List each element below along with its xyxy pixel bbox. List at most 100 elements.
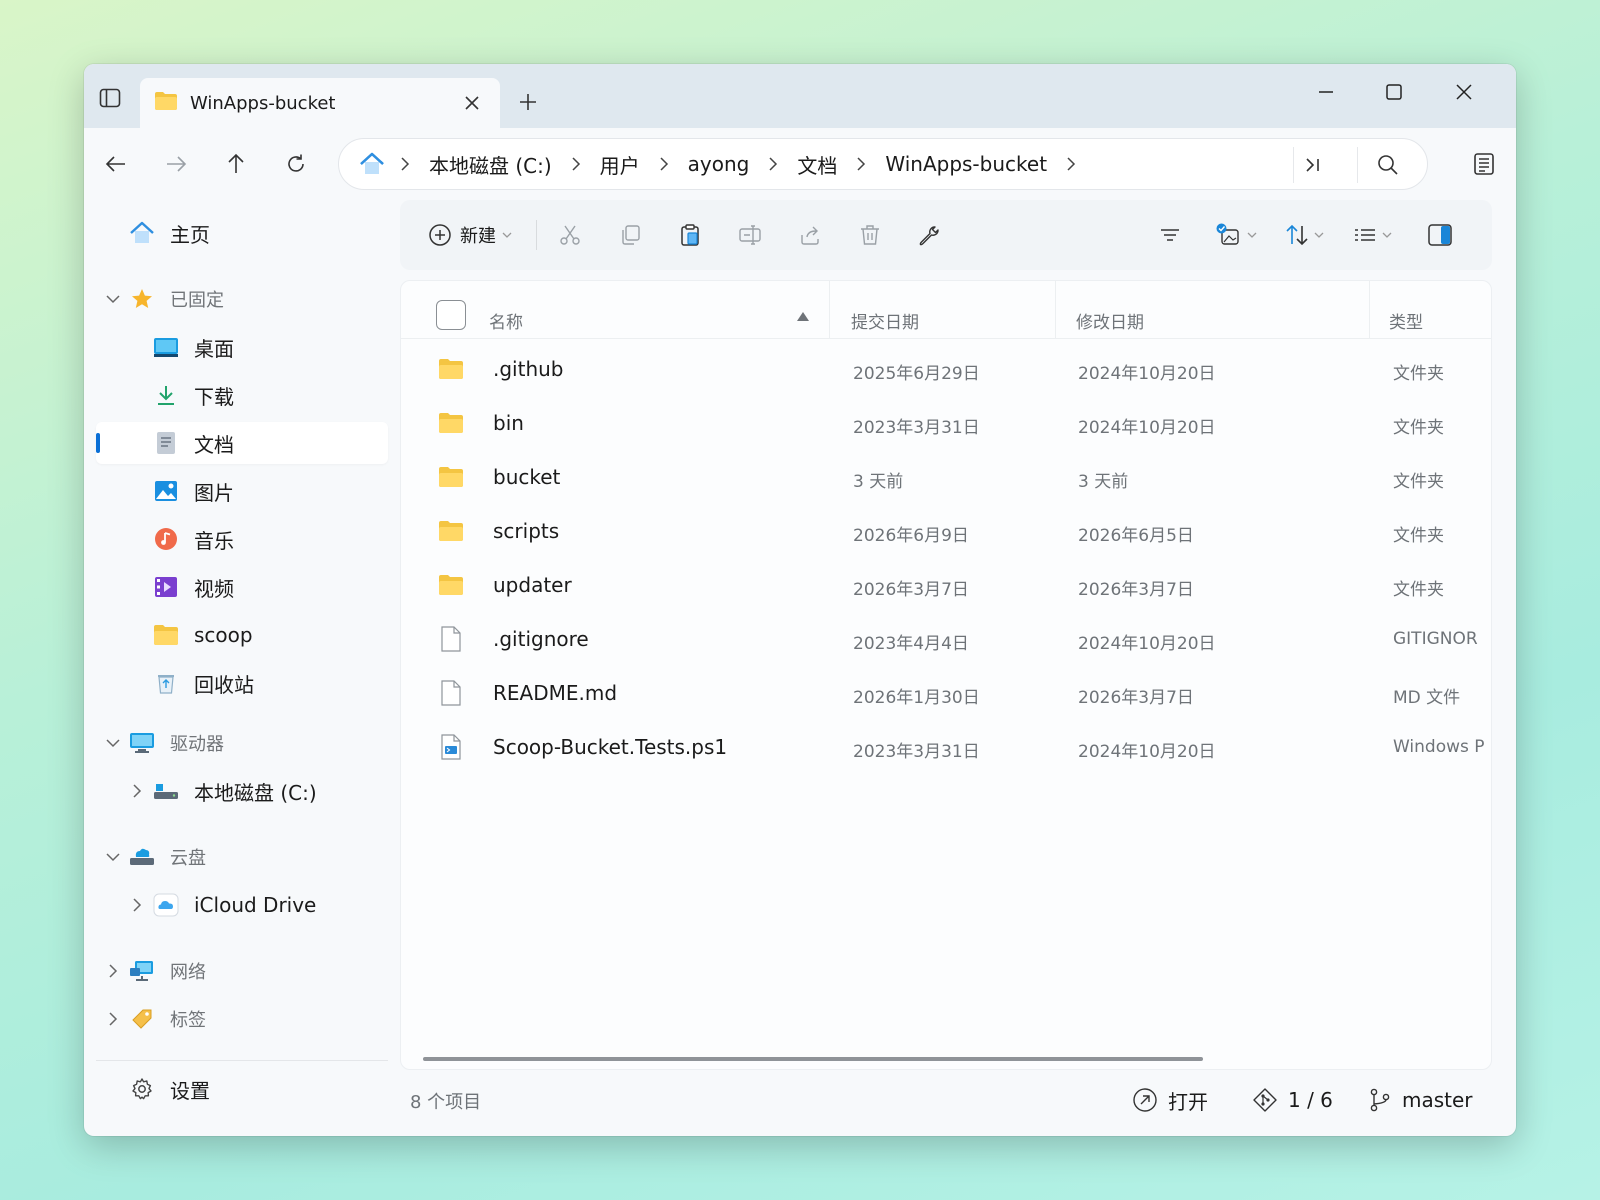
sidebar-item-network[interactable]: 网络 [96,950,388,992]
chevron-down-icon[interactable] [104,848,122,866]
file-name[interactable]: .gitignore [493,627,589,651]
sidebar-item-local-disk-c[interactable]: 本地磁盘 (C:) [96,770,388,812]
file-name[interactable]: README.md [493,681,617,705]
chevron-right-icon[interactable] [755,157,791,171]
share-button[interactable] [792,217,828,253]
sidebar-item-documents[interactable]: 文档 [96,422,388,464]
tab-winapps-bucket[interactable]: WinApps-bucket [140,78,500,128]
view-layout-button[interactable] [1344,217,1400,253]
chevron-down-icon[interactable] [104,734,122,752]
file-row[interactable]: .gitignore 2023年4月4日 2024年10月20日 GITIGNOR [401,613,1491,667]
search-button[interactable] [1357,147,1417,183]
column-header-commit-date[interactable]: 提交日期 [851,308,919,333]
computer-icon [128,729,156,757]
sidebar-item-downloads[interactable]: 下载 [96,374,388,416]
new-tab-button[interactable] [512,86,544,118]
file-row[interactable]: updater 2026年3月7日 2026年3月7日 文件夹 [401,559,1491,613]
horizontal-scrollbar[interactable] [423,1057,1203,1061]
file-type: 文件夹 [1393,472,1444,492]
refresh-button[interactable] [278,146,314,182]
chevron-right-icon[interactable] [104,962,122,980]
file-name[interactable]: .github [493,357,564,381]
forward-button[interactable] [158,146,194,182]
sidebar-item-tags[interactable]: 标签 [96,998,388,1040]
filter-button[interactable] [1152,217,1188,253]
chevron-right-icon[interactable] [843,157,879,171]
main-pane: 新建 名称 提交日期 修改日期 类型 .github 2025年6月29日 20… [400,200,1506,1136]
settings-button[interactable]: 设置 [96,1068,388,1110]
file-name[interactable]: bin [493,411,524,435]
skip-to-end-button[interactable] [1293,147,1331,183]
home-icon[interactable] [357,149,387,179]
sort-button[interactable] [1276,217,1332,253]
sidebar-item-music[interactable]: 音乐 [96,518,388,560]
sidebar-toggle-button[interactable] [96,84,124,112]
column-divider[interactable] [829,281,830,339]
chevron-down-icon[interactable] [104,290,122,308]
sidebar-group-pinned[interactable]: 已固定 [96,278,388,320]
file-name[interactable]: updater [493,573,572,597]
properties-button[interactable] [912,217,948,253]
file-row[interactable]: .github 2025年6月29日 2024年10月20日 文件夹 [401,343,1491,397]
sidebar-item-desktop[interactable]: 桌面 [96,326,388,368]
chevron-right-icon[interactable] [128,896,146,914]
file-row[interactable]: scripts 2026年6月9日 2026年6月5日 文件夹 [401,505,1491,559]
column-divider[interactable] [1369,281,1370,339]
select-all-checkbox[interactable] [436,300,466,330]
details-pane-button[interactable] [1466,146,1502,182]
breadcrumb-item[interactable]: ayong [682,152,756,176]
paste-button[interactable] [672,217,708,253]
file-name[interactable]: bucket [493,465,560,489]
open-button[interactable]: 打开 [1132,1084,1208,1116]
git-commits-indicator[interactable]: 1 / 6 [1252,1084,1333,1116]
file-row[interactable]: bucket 3 天前 3 天前 文件夹 [401,451,1491,505]
close-window-button[interactable] [1434,72,1494,112]
file-row[interactable]: README.md 2026年1月30日 2026年3月7日 MD 文件 [401,667,1491,721]
file-name[interactable]: Scoop-Bucket.Tests.ps1 [493,735,727,759]
chevron-right-icon[interactable] [558,157,594,171]
sidebar-item-videos[interactable]: 视频 [96,566,388,608]
rename-button[interactable] [732,217,768,253]
column-divider[interactable] [1055,281,1056,339]
chevron-right-icon[interactable] [1053,157,1089,171]
breadcrumb-item[interactable]: WinApps-bucket [879,152,1053,176]
address-bar[interactable]: 本地磁盘 (C:) 用户 ayong 文档 WinApps-bucket [338,138,1428,190]
chevron-right-icon[interactable] [128,782,146,800]
column-header-type[interactable]: 类型 [1389,308,1423,333]
chevron-right-icon[interactable] [387,157,423,171]
folder-icon [438,356,464,382]
maximize-button[interactable] [1364,72,1424,112]
sidebar-group-cloud[interactable]: 云盘 [96,836,388,878]
column-header-name[interactable]: 名称 [489,308,523,333]
chevron-right-icon[interactable] [646,157,682,171]
branch-selector[interactable]: master [1368,1084,1473,1116]
close-tab-button[interactable] [458,89,486,117]
select-media-button[interactable] [1208,217,1264,253]
up-button[interactable] [218,146,254,182]
folder-icon [438,572,464,598]
file-list: 名称 提交日期 修改日期 类型 .github 2025年6月29日 2024年10… [400,280,1492,1070]
breadcrumb-item[interactable]: 本地磁盘 (C:) [423,150,558,179]
sidebar-item-home[interactable]: 主页 [96,212,388,254]
new-button[interactable]: 新建 [422,217,518,253]
copy-button[interactable] [612,217,648,253]
sidebar-item-icloud-drive[interactable]: iCloud Drive [96,884,388,926]
cut-button[interactable] [552,217,588,253]
sidebar-item-recycle-bin[interactable]: 回收站 [96,662,388,704]
sidebar-item-scoop[interactable]: scoop [96,614,388,656]
chevron-right-icon[interactable] [104,1010,122,1028]
file-explorer-window: WinApps-bucket 本地磁盘 (C:) 用户 ayong 文档 Win… [84,64,1516,1136]
column-header-modified-date[interactable]: 修改日期 [1076,308,1144,333]
file-row[interactable]: Scoop-Bucket.Tests.ps1 2023年3月31日 2024年10月… [401,721,1491,775]
breadcrumb-item[interactable]: 文档 [791,150,843,179]
preview-pane-button[interactable] [1420,217,1460,253]
sidebar-group-drives[interactable]: 驱动器 [96,722,388,764]
minimize-button[interactable] [1296,72,1356,112]
file-name[interactable]: scripts [493,519,559,543]
sidebar-item-pictures[interactable]: 图片 [96,470,388,512]
chevron-down-icon [502,232,512,238]
back-button[interactable] [98,146,134,182]
file-row[interactable]: bin 2023年3月31日 2024年10月20日 文件夹 [401,397,1491,451]
delete-button[interactable] [852,217,888,253]
breadcrumb-item[interactable]: 用户 [594,150,646,179]
